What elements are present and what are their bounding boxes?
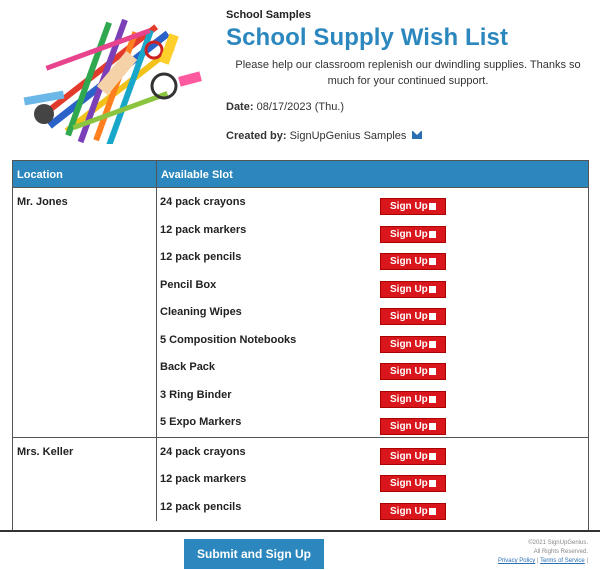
date-label: Date: (226, 101, 254, 113)
sign-up-button[interactable]: Sign Up (380, 502, 446, 520)
sign-up-button[interactable]: Sign Up (380, 308, 446, 325)
sign-up-label: Sign Up (390, 393, 428, 405)
signup-table: Location Available Slot Mr. Jones 24 pack… (12, 160, 589, 532)
slot-column-header: Available Slot (161, 169, 233, 181)
created-by-label: Created by: (226, 130, 287, 142)
slot-row: 12 pack pencils Sign Up (157, 244, 588, 272)
checkbox-icon[interactable] (429, 423, 436, 430)
sign-up-label: Sign Up (390, 478, 428, 489)
checkbox-icon[interactable] (429, 230, 436, 238)
sign-up-label: Sign Up (390, 228, 428, 240)
checkbox-icon[interactable] (429, 395, 436, 403)
sign-up-button[interactable]: Sign Up (380, 418, 446, 435)
slot-name: 12 pack pencils (160, 500, 242, 513)
terms-of-service-link[interactable]: Terms of Service (540, 558, 585, 564)
checkbox-icon[interactable] (429, 452, 436, 460)
location-column-header: Location (13, 161, 157, 187)
sign-up-label: Sign Up (390, 201, 428, 212)
page-title: School Supply Wish List (226, 24, 509, 51)
checkbox-icon[interactable] (429, 480, 436, 487)
sign-up-button[interactable]: Sign Up (380, 280, 446, 298)
slot-row: 12 pack markers Sign Up (157, 217, 588, 245)
slot-name: 5 Composition Notebooks (160, 333, 297, 346)
page-header: School Samples School Supply Wish List P… (0, 0, 600, 155)
slot-name: Cleaning Wipes (160, 306, 242, 318)
checkbox-icon[interactable] (429, 285, 436, 293)
checkbox-icon[interactable] (429, 368, 436, 375)
sign-up-button[interactable]: Sign Up (380, 253, 446, 270)
slot-name: Back Pack (160, 361, 216, 373)
location-cell: Mrs. Keller (13, 437, 157, 521)
sign-up-button[interactable]: Sign Up (380, 335, 446, 353)
sign-up-label: Sign Up (390, 505, 428, 517)
slot-name: 12 pack markers (160, 223, 247, 236)
slot-name: 5 Expo Markers (160, 416, 242, 428)
organization-name: School Samples (226, 9, 311, 21)
legal-links: Privacy Policy | Terms of Service | (498, 557, 588, 566)
sign-up-button[interactable]: Sign Up (380, 475, 446, 492)
link-separator: | (536, 558, 539, 564)
checkbox-icon[interactable] (429, 507, 436, 515)
sign-up-label: Sign Up (390, 366, 428, 377)
slot-list: 24 pack crayons Sign Up 12 pack markers Sig… (157, 438, 588, 522)
date-value: 08/17/2023 (Thu.) (256, 101, 345, 113)
sign-up-label: Sign Up (390, 421, 428, 432)
sign-up-button[interactable]: Sign Up (380, 390, 446, 408)
slot-row: Back Pack Sign Up (157, 354, 588, 382)
location-cell: Mr. Jones (13, 188, 157, 437)
slot-name: 12 pack pencils (160, 251, 242, 263)
page-footer: Submit and Sign Up ©2021 SignUpGenius. A… (0, 530, 600, 570)
sign-up-label: Sign Up (390, 450, 428, 462)
slot-row: 5 Composition Notebooks Sign Up (157, 327, 588, 355)
page-description: Please help our classroom replenish our … (235, 59, 581, 87)
location-group: Mr. Jones 24 pack crayons Sign Up 12 pack m… (13, 187, 588, 437)
sign-up-button[interactable]: Sign Up (380, 447, 446, 465)
sign-up-label: Sign Up (390, 256, 428, 267)
slot-row: Pencil Box Sign Up (157, 272, 588, 300)
event-date: Date: 08/17/2023 (Thu.) (226, 101, 344, 113)
sign-up-button[interactable]: Sign Up (380, 363, 446, 380)
checkbox-icon[interactable] (429, 258, 436, 265)
envelope-icon[interactable] (412, 131, 423, 139)
privacy-policy-link[interactable]: Privacy Policy (498, 558, 535, 564)
legal-info: ©2021 SignUpGenius. All Rights Reserved.… (498, 539, 588, 566)
sign-up-label: Sign Up (390, 311, 428, 322)
slot-name: 24 pack crayons (160, 196, 246, 208)
created-by-value: SignUpGenius Samples (289, 130, 407, 142)
slot-row: 12 pack markers Sign Up (157, 466, 588, 494)
table-body: Mr. Jones 24 pack crayons Sign Up 12 pack m… (13, 187, 588, 521)
slot-row: 24 pack crayons Sign Up (157, 189, 588, 217)
school-supplies-image (14, 14, 210, 144)
slot-row: Cleaning Wipes Sign Up (157, 299, 588, 327)
sign-up-button[interactable]: Sign Up (380, 225, 446, 243)
slot-list: 24 pack crayons Sign Up 12 pack markers Sig… (157, 188, 588, 437)
slot-row: 24 pack crayons Sign Up (157, 439, 588, 467)
checkbox-icon[interactable] (429, 203, 436, 210)
sign-up-label: Sign Up (390, 283, 428, 295)
slot-name: 24 pack crayons (160, 445, 246, 458)
slot-name: 12 pack markers (160, 473, 247, 485)
copyright-text: ©2021 SignUpGenius. (528, 540, 588, 546)
created-by: Created by: SignUpGenius Samples (226, 130, 423, 142)
sign-up-button[interactable]: Sign Up (380, 198, 446, 215)
slot-row: 3 Ring Binder Sign Up (157, 382, 588, 410)
slot-name: 3 Ring Binder (160, 388, 232, 401)
submit-and-sign-up-button[interactable]: Submit and Sign Up (184, 539, 324, 569)
table-header: Location Available Slot (13, 160, 588, 187)
slot-row: 5 Expo Markers Sign Up (157, 409, 588, 437)
rights-text: All Rights Reserved. (533, 549, 588, 555)
location-group: Mrs. Keller 24 pack crayons Sign Up 12 pack… (13, 436, 588, 522)
slot-row: 12 pack pencils Sign Up (157, 494, 588, 522)
checkbox-icon[interactable] (429, 340, 436, 348)
slot-name: Pencil Box (160, 278, 217, 291)
sign-up-label: Sign Up (390, 338, 428, 350)
link-separator: | (586, 558, 588, 564)
checkbox-icon[interactable] (429, 313, 436, 320)
